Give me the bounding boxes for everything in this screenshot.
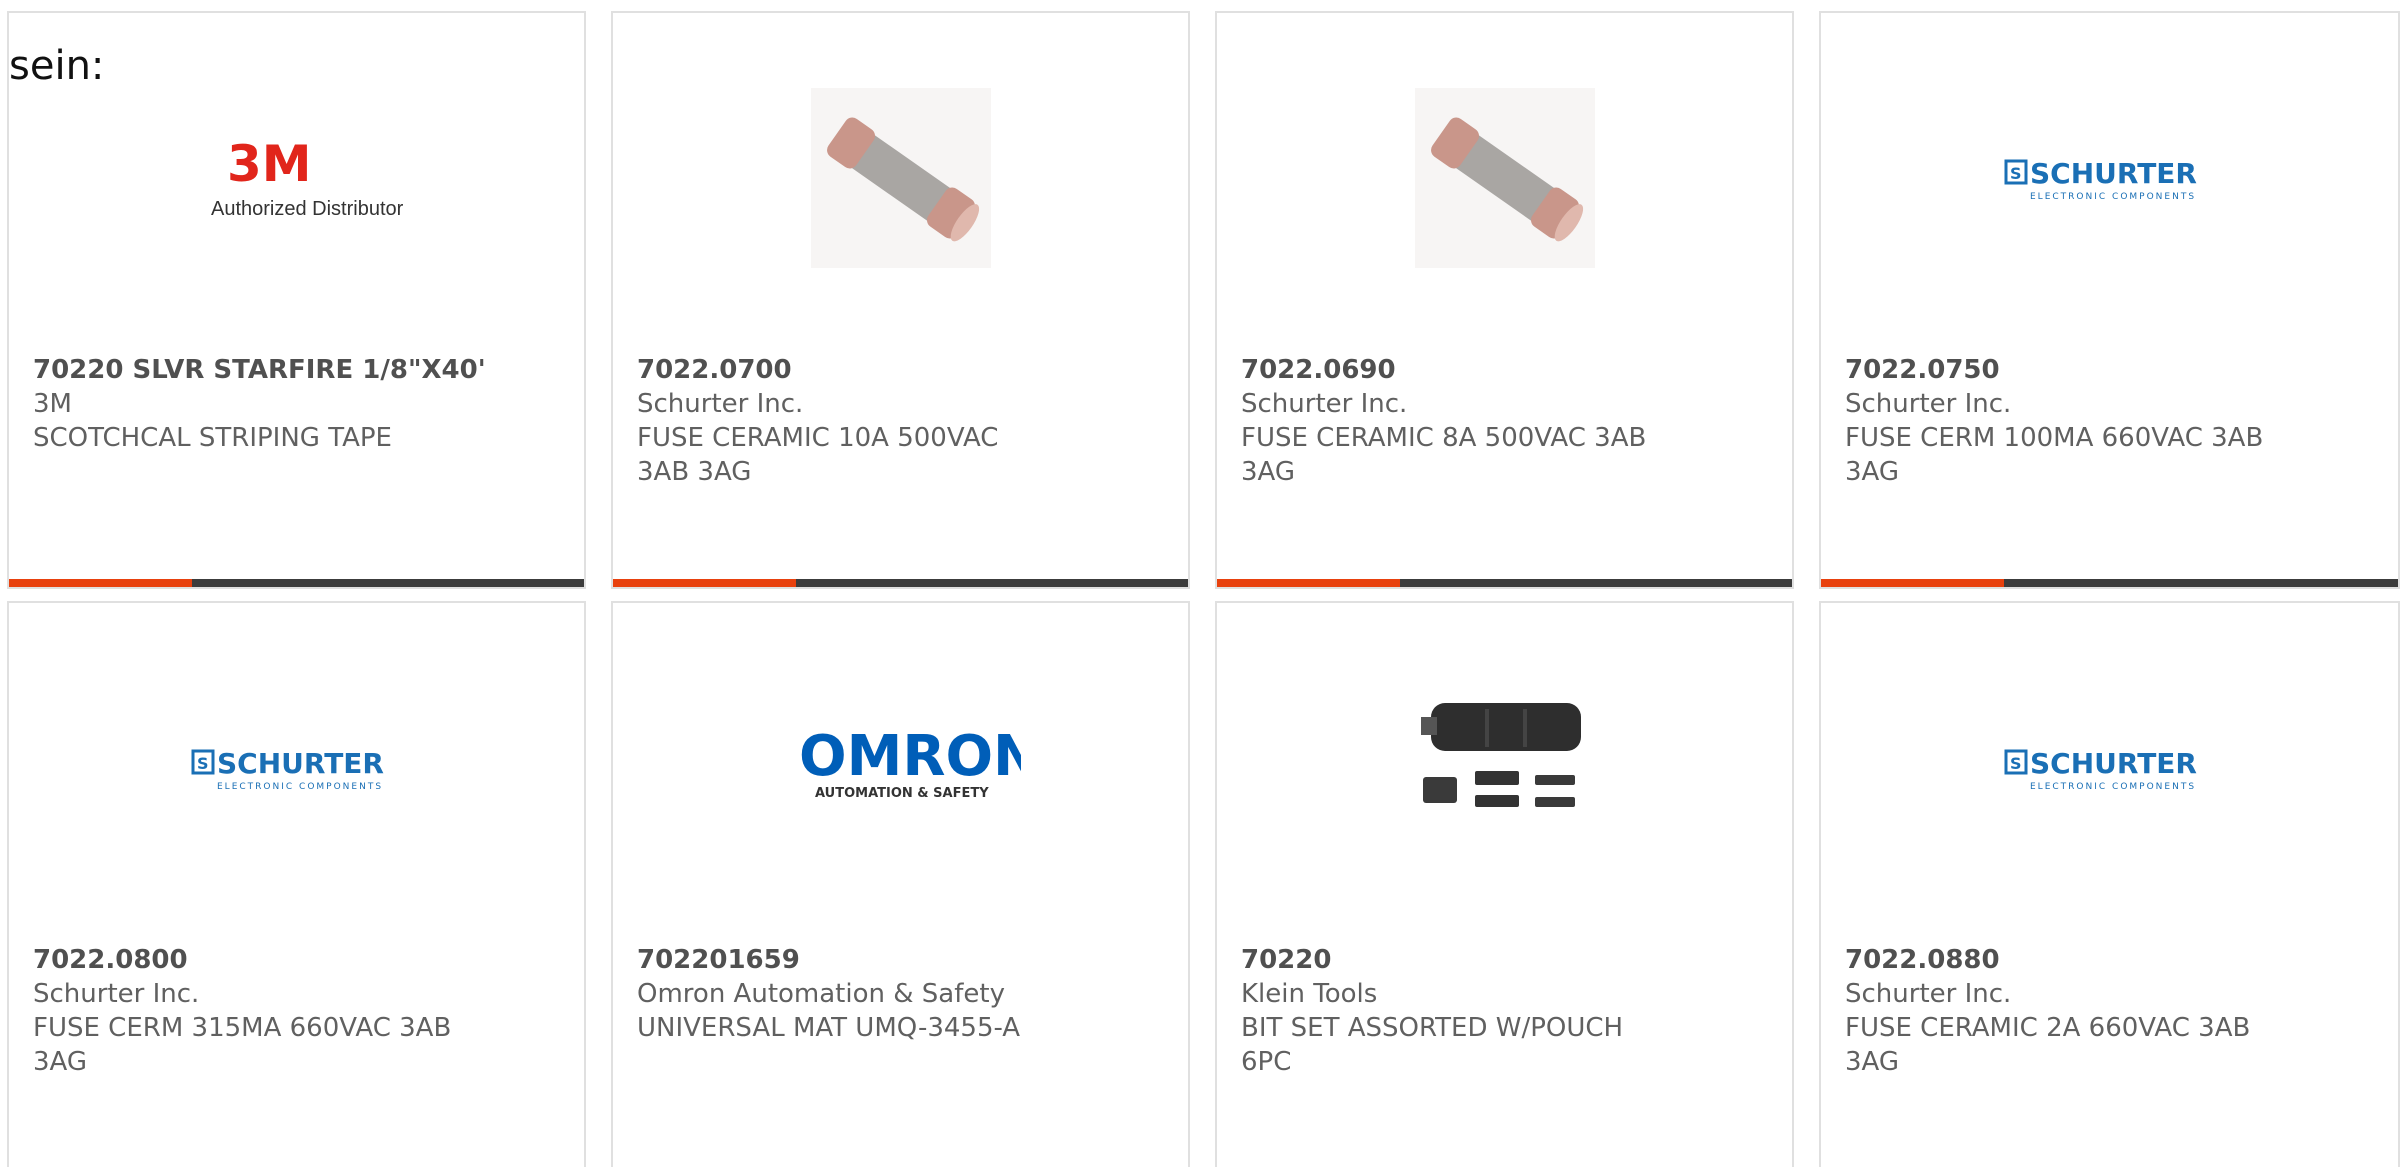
bit-set-icon [1420, 703, 1581, 807]
svg-text:OMRON: OMRON [799, 724, 1021, 789]
svg-text:3M: 3M [227, 135, 312, 193]
svg-text:Authorized Distributor: Authorized Distributor [211, 198, 404, 220]
svg-text:ELECTRONIC COMPONENTS: ELECTRONIC COMPONENTS [2030, 782, 2196, 792]
manufacturer: Schurter Inc. [1845, 979, 2012, 1009]
product-info: 7022.0800 Schurter Inc. FUSE CERM 315MA … [33, 943, 560, 1079]
part-number-link[interactable]: 70220 SLVR STARFIRE 1/8"X40' [33, 353, 560, 387]
description: UNIVERSAL MAT UMQ-3455-A [637, 1013, 1021, 1043]
product-info: 7022.0880 Schurter Inc. FUSE CERAMIC 2A … [1845, 943, 2374, 1079]
product-card[interactable]: 7022.0700 Schurter Inc. FUSE CERAMIC 10A… [611, 11, 1190, 589]
product-card[interactable]: S SCHURTER ELECTRONIC COMPONENTS 7022.08… [1819, 601, 2400, 1167]
card-footer-bar [1821, 579, 2398, 587]
description: FUSE CERM 100MA 660VAC 3AB 3AG [1845, 423, 2264, 487]
manufacturer: 3M [33, 389, 72, 419]
product-card[interactable]: sein: 3M Authorized Distributor 70220 SL… [7, 11, 586, 589]
svg-text:S: S [2010, 754, 2022, 773]
card-footer-accent [1821, 579, 2004, 587]
product-info: 7022.0690 Schurter Inc. FUSE CERAMIC 8A … [1241, 353, 1768, 489]
product-grid: sein: 3M Authorized Distributor 70220 SL… [0, 0, 2400, 1167]
manufacturer: Klein Tools [1241, 979, 1378, 1009]
product-image[interactable]: S SCHURTER ELECTRONIC COMPONENTS [9, 663, 584, 873]
omron-logo-icon: OMRON AUTOMATION & SAFETY [799, 724, 1021, 801]
product-info: 7022.0750 Schurter Inc. FUSE CERM 100MA … [1845, 353, 2374, 489]
schurter-logo-icon: S SCHURTER ELECTRONIC COMPONENTS [191, 747, 384, 792]
manufacturer: Omron Automation & Safety [637, 979, 1005, 1009]
product-image[interactable]: S SCHURTER ELECTRONIC COMPONENTS [1821, 663, 2398, 873]
part-number-link[interactable]: 7022.0690 [1241, 353, 1768, 387]
description: FUSE CERM 315MA 660VAC 3AB 3AG [33, 1013, 452, 1077]
product-image[interactable] [1217, 663, 1792, 873]
fuse-icon [1414, 88, 1595, 268]
manufacturer: Schurter Inc. [33, 979, 200, 1009]
card-footer-accent [1217, 579, 1400, 587]
product-info: 70220 Klein Tools BIT SET ASSORTED W/POU… [1241, 943, 1768, 1079]
svg-text:S: S [197, 754, 209, 773]
product-card[interactable]: S SCHURTER ELECTRONIC COMPONENTS 7022.08… [7, 601, 586, 1167]
svg-text:S: S [2010, 164, 2022, 183]
3m-logo-icon: 3M Authorized Distributor [211, 135, 404, 220]
card-footer-bar [9, 579, 584, 587]
description: FUSE CERAMIC 10A 500VAC 3AB 3AG [637, 423, 999, 487]
schurter-logo-icon: S SCHURTER ELECTRONIC COMPONENTS [2004, 747, 2197, 792]
product-info: 702201659 Omron Automation & Safety UNIV… [637, 943, 1164, 1045]
description: FUSE CERAMIC 8A 500VAC 3AB 3AG [1241, 423, 1647, 487]
product-card[interactable]: OMRON AUTOMATION & SAFETY 702201659 Omro… [611, 601, 1190, 1167]
card-footer-accent [9, 579, 192, 587]
product-image[interactable] [613, 73, 1188, 283]
svg-text:SCHURTER: SCHURTER [2030, 157, 2197, 190]
product-card[interactable]: 70220 Klein Tools BIT SET ASSORTED W/POU… [1215, 601, 1794, 1167]
card-footer-bar [1217, 579, 1792, 587]
svg-text:SCHURTER: SCHURTER [217, 747, 384, 780]
product-card[interactable]: S SCHURTER ELECTRONIC COMPONENTS 7022.07… [1819, 11, 2400, 589]
svg-text:ELECTRONIC COMPONENTS: ELECTRONIC COMPONENTS [217, 782, 383, 792]
manufacturer: Schurter Inc. [1845, 389, 2012, 419]
manufacturer: Schurter Inc. [637, 389, 804, 419]
description: SCOTCHCAL STRIPING TAPE [33, 423, 392, 453]
product-image[interactable]: OMRON AUTOMATION & SAFETY [613, 663, 1188, 873]
svg-text:AUTOMATION & SAFETY: AUTOMATION & SAFETY [815, 786, 989, 801]
part-number-link[interactable]: 70220 [1241, 943, 1768, 977]
card-footer-accent [613, 579, 796, 587]
svg-text:ELECTRONIC COMPONENTS: ELECTRONIC COMPONENTS [2030, 192, 2196, 202]
product-info: 70220 SLVR STARFIRE 1/8"X40' 3M SCOTCHCA… [33, 353, 560, 455]
schurter-logo-icon: S SCHURTER ELECTRONIC COMPONENTS [2004, 157, 2197, 202]
fuse-icon [810, 88, 991, 268]
part-number-link[interactable]: 7022.0800 [33, 943, 560, 977]
part-number-link[interactable]: 7022.0880 [1845, 943, 2374, 977]
part-number-link[interactable]: 702201659 [637, 943, 1164, 977]
product-image[interactable]: 3M Authorized Distributor [9, 73, 584, 283]
card-footer-bar [613, 579, 1188, 587]
part-number-link[interactable]: 7022.0750 [1845, 353, 2374, 387]
product-image[interactable]: S SCHURTER ELECTRONIC COMPONENTS [1821, 73, 2398, 283]
description: FUSE CERAMIC 2A 660VAC 3AB 3AG [1845, 1013, 2251, 1077]
product-info: 7022.0700 Schurter Inc. FUSE CERAMIC 10A… [637, 353, 1164, 489]
manufacturer: Schurter Inc. [1241, 389, 1408, 419]
part-number-link[interactable]: 7022.0700 [637, 353, 1164, 387]
product-card[interactable]: 7022.0690 Schurter Inc. FUSE CERAMIC 8A … [1215, 11, 1794, 589]
product-image[interactable] [1217, 73, 1792, 283]
svg-text:SCHURTER: SCHURTER [2030, 747, 2197, 780]
description: BIT SET ASSORTED W/POUCH 6PC [1241, 1013, 1624, 1077]
